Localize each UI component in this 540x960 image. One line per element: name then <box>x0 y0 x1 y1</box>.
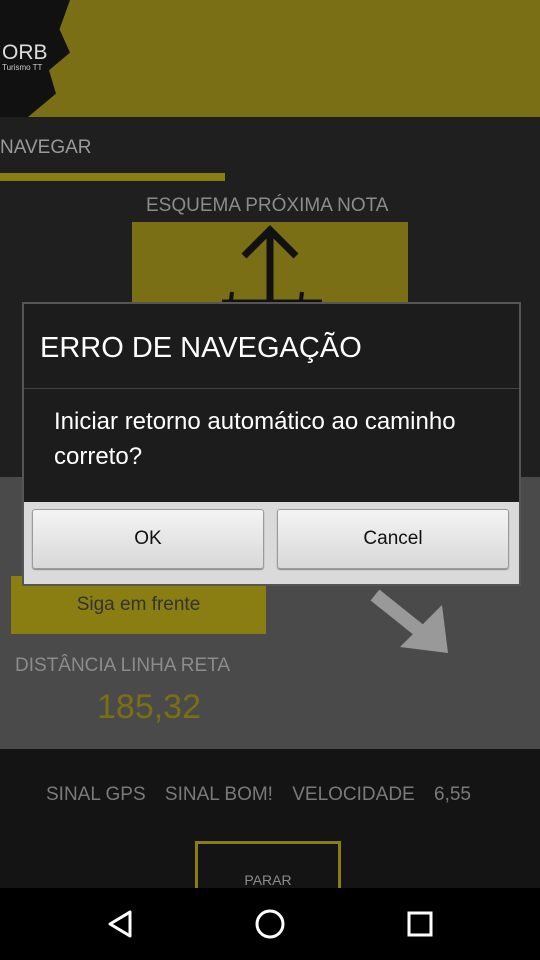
gps-status: SINAL BOM! <box>164 784 273 805</box>
dialog-message: Iniciar retorno automático ao caminho co… <box>54 408 456 470</box>
app-logo: ORB Turismo TT <box>2 42 48 73</box>
gps-label: SINAL GPS <box>46 784 146 805</box>
logo-main: ORB <box>2 41 48 64</box>
distance-label: DISTÂNCIA LINHA RETA <box>15 655 231 676</box>
stop-button[interactable]: PARAR <box>195 841 341 888</box>
recents-icon[interactable] <box>402 906 438 942</box>
cancel-button[interactable]: Cancel <box>277 509 509 569</box>
turn-arrow-icon <box>370 589 448 653</box>
ok-button[interactable]: OK <box>32 509 264 569</box>
back-icon[interactable] <box>102 906 138 942</box>
dialog-button-bar: OK Cancel <box>24 502 519 584</box>
dialog-title: ERRO DE NAVEGAÇÃO <box>40 332 362 364</box>
speed-label: VELOCIDADE <box>292 784 415 805</box>
distance-value: 185,32 <box>97 688 201 726</box>
dialog-divider <box>24 388 519 389</box>
logo-sub: Turismo TT <box>2 63 43 72</box>
nav-title: NAVEGAR <box>0 137 92 158</box>
gps-status-row: SINAL GPS SINAL BOM! VELOCIDADE 6,55 <box>46 784 485 806</box>
speed-value: 6,55 <box>434 784 471 805</box>
navigation-error-dialog: ERRO DE NAVEGAÇÃO Iniciar retorno automá… <box>22 302 521 586</box>
home-icon[interactable] <box>252 906 288 942</box>
nav-indicator <box>0 173 225 181</box>
header: ORB Turismo TT <box>0 0 540 117</box>
system-navigation-bar <box>0 888 540 960</box>
schema-label: ESQUEMA PRÓXIMA NOTA <box>146 195 389 216</box>
